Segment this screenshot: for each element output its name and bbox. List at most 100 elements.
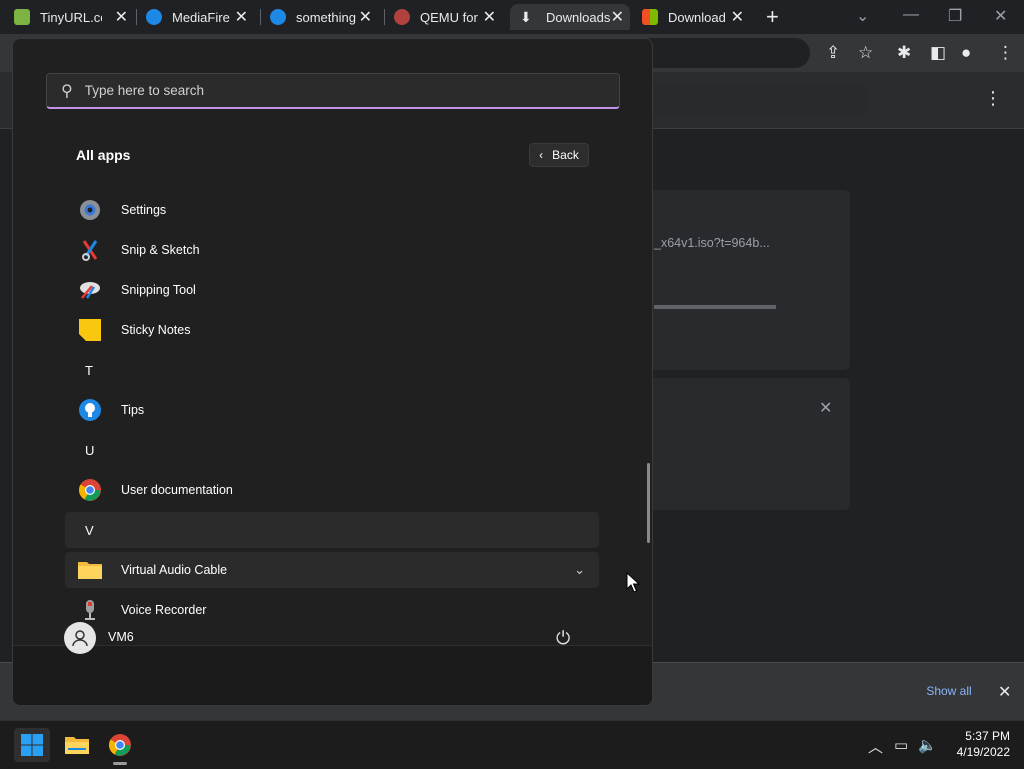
chevron-left-icon: ‹	[539, 148, 544, 162]
app-label: Virtual Audio Cable	[121, 563, 228, 577]
back-label: Back	[552, 148, 579, 162]
start-search-box[interactable]: ⚲	[46, 73, 620, 109]
downloads-search-field[interactable]	[640, 83, 868, 117]
chrome-taskbar-button[interactable]	[102, 728, 138, 762]
app-virtual-audio-cable[interactable]: Virtual Audio Cable ⌄	[65, 552, 599, 588]
close-tab-icon[interactable]: ✕	[359, 7, 372, 27]
gear-icon	[77, 197, 103, 223]
profile-icon[interactable]: ●	[961, 43, 971, 63]
scissors-icon	[77, 237, 103, 263]
tab-title: QEMU for	[420, 9, 478, 25]
close-tab-icon[interactable]: ✕	[483, 7, 496, 27]
show-hidden-icons-chevron-icon[interactable]: ︿	[868, 736, 883, 757]
tab-separator	[260, 9, 261, 25]
volume-icon[interactable]: 🔈	[918, 736, 937, 754]
user-name[interactable]: VM6	[108, 630, 134, 644]
tab-mediafire[interactable]: MediaFire - ✕	[146, 4, 254, 30]
chevron-down-icon[interactable]: ⌄	[574, 562, 585, 578]
letter-row-v[interactable]	[65, 512, 599, 548]
app-user-documentation[interactable]: User documentation	[65, 472, 599, 508]
close-window-icon[interactable]: ✕	[994, 6, 1007, 26]
app-label: Tips	[121, 403, 145, 417]
address-bar[interactable]	[640, 38, 810, 68]
windows-logo-icon	[21, 734, 43, 756]
start-menu-footer	[13, 645, 652, 705]
tab-downloads[interactable]: ⬇ Downloads ✕	[510, 4, 630, 30]
close-tab-icon[interactable]: ✕	[731, 7, 744, 27]
chrome-icon	[109, 734, 131, 756]
tab-qemu[interactable]: QEMU for ✕	[394, 4, 502, 30]
microsoft-logo-icon	[642, 9, 658, 25]
mouse-pointer-icon	[626, 572, 640, 593]
close-tab-icon[interactable]: ✕	[115, 7, 128, 27]
power-icon[interactable]: ⏻	[556, 628, 570, 649]
start-menu: ⚲ All apps ‹ Back Settings Snip & Sketch…	[12, 38, 653, 706]
search-icon: ⚲	[61, 82, 73, 100]
app-snipping-tool[interactable]: Snipping Tool	[65, 272, 599, 308]
app-voice-recorder[interactable]: Voice Recorder	[65, 592, 599, 628]
app-tips[interactable]: Tips	[65, 392, 599, 428]
app-label: Snipping Tool	[121, 283, 196, 297]
close-shelf-icon[interactable]: ✕	[998, 682, 1011, 702]
tab-title: Download	[668, 9, 726, 25]
sticky-note-icon	[77, 317, 103, 343]
app-sticky-notes[interactable]: Sticky Notes	[65, 312, 599, 348]
mediafire-favicon-icon	[146, 9, 162, 25]
downloads-menu-kebab-icon[interactable]: ⋮	[984, 88, 1002, 109]
back-button[interactable]: ‹ Back	[529, 143, 589, 167]
tab-title: MediaFire -	[172, 9, 232, 25]
app-settings[interactable]: Settings	[65, 192, 599, 228]
start-button[interactable]	[14, 728, 50, 762]
app-label: User documentation	[121, 483, 233, 497]
app-list-scrollbar[interactable]	[647, 463, 650, 543]
clock-time: 5:37 PM	[965, 729, 1010, 743]
tab-microsoft-download[interactable]: Download ✕	[642, 4, 750, 30]
close-tab-icon[interactable]: ✕	[611, 7, 624, 27]
new-tab-plus-icon[interactable]: +	[766, 4, 779, 30]
app-label: Settings	[121, 203, 167, 217]
tinyurl-favicon-icon	[14, 9, 30, 25]
search-input[interactable]	[82, 82, 567, 99]
share-icon[interactable]: ⇪	[826, 43, 840, 63]
download-card	[640, 190, 850, 370]
file-explorer-button[interactable]	[59, 728, 95, 762]
letter-header-u[interactable]: U	[85, 443, 94, 458]
chrome-running-indicator	[113, 762, 127, 765]
tab-title: something	[296, 9, 356, 25]
lightbulb-icon	[77, 397, 103, 423]
tab-tinyurl[interactable]: TinyURL.com ✕	[14, 4, 134, 30]
app-snip-sketch[interactable]: Snip & Sketch	[65, 232, 599, 268]
minimize-icon[interactable]: —	[903, 6, 919, 24]
chrome-icon	[77, 477, 103, 503]
user-avatar[interactable]	[64, 622, 96, 654]
letter-header-v[interactable]: V	[85, 523, 94, 538]
browser-tab-strip: TinyURL.com ✕ MediaFire - ✕ something ✕ …	[0, 0, 1024, 34]
tab-something[interactable]: something ✕	[270, 4, 378, 30]
tab-title: TinyURL.com	[40, 9, 102, 25]
app-label: Snip & Sketch	[121, 243, 200, 257]
app-label: Sticky Notes	[121, 323, 191, 337]
letter-header-t[interactable]: T	[85, 363, 93, 378]
tab-separator	[136, 9, 137, 25]
restore-icon[interactable]: ❐	[948, 6, 962, 26]
remove-download-icon[interactable]: ✕	[819, 398, 832, 418]
show-all-button[interactable]: Show all	[912, 680, 986, 702]
side-panel-icon[interactable]: ◧	[930, 43, 946, 63]
extensions-puzzle-icon[interactable]: ✱	[897, 43, 911, 63]
qemu-favicon-icon	[394, 9, 410, 25]
microphone-icon	[77, 597, 103, 623]
download-filename[interactable]: _x64v1.iso?t=964b...	[654, 236, 770, 250]
person-icon	[72, 630, 88, 647]
network-icon[interactable]: ▭	[894, 736, 908, 754]
folder-icon	[77, 557, 103, 583]
menu-kebab-icon[interactable]: ⋮	[997, 43, 1014, 63]
download-icon: ⬇	[520, 9, 532, 25]
close-tab-icon[interactable]: ✕	[235, 7, 248, 27]
mediafire-favicon-icon	[270, 9, 286, 25]
app-label: Voice Recorder	[121, 603, 207, 617]
system-clock[interactable]: 5:37 PM 4/19/2022	[946, 728, 1010, 760]
bookmark-star-icon[interactable]: ☆	[858, 43, 873, 63]
tab-search-chevron-icon[interactable]: ⌄	[856, 6, 869, 26]
folder-icon	[65, 737, 89, 754]
all-apps-heading: All apps	[76, 147, 131, 163]
